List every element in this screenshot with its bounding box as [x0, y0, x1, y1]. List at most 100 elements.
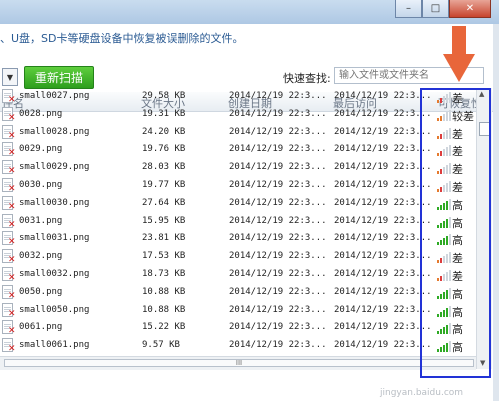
signal-bar: [443, 184, 445, 192]
horizontal-scroll-thumb[interactable]: III: [4, 359, 474, 367]
signal-bar: [449, 305, 451, 317]
signal-bar: [449, 180, 451, 192]
last-accessed-date: 2014/12/19 22:3...: [334, 215, 432, 226]
signal-bar: [449, 269, 451, 281]
signal-bar: [446, 165, 448, 175]
signal-bar: [443, 327, 445, 335]
watermark: jingyan.baidu.com: [380, 388, 464, 398]
file-row[interactable]: ✕ small0028.png 24.20 KB 2014/12/19 22:3...…: [0, 124, 476, 142]
file-row[interactable]: ✕ 0032.png 17.53 KB 2014/12/19 22:3... 2014/…: [0, 248, 476, 266]
signal-bar: [437, 153, 439, 157]
file-row[interactable]: ✕ small0029.png 28.03 KB 2014/12/19 22:3...…: [0, 159, 476, 177]
signal-bar: [446, 307, 448, 317]
signal-bar: [437, 135, 439, 139]
signal-bars-icon: [437, 144, 451, 157]
last-accessed-date: 2014/12/19 22:3...: [334, 286, 432, 297]
created-date: 2014/12/19 22:3...: [229, 322, 327, 333]
signal-bar: [443, 149, 445, 157]
created-date: 2014/12/19 22:3...: [229, 286, 327, 297]
signal-bar: [449, 287, 451, 299]
signal-bars-icon: [437, 216, 451, 228]
signal-bar: [437, 224, 439, 228]
file-row[interactable]: ✕ 0029.png 19.76 KB 2014/12/19 22:3... 2014/…: [0, 141, 476, 159]
recoverability-value: 高: [452, 287, 463, 301]
signal-bar: [449, 109, 451, 121]
arrow-shaft: [452, 26, 466, 56]
file-row[interactable]: ✕ 0050.png 10.88 KB 2014/12/19 22:3... 2014/…: [0, 284, 476, 302]
file-size: 28.03 KB: [142, 162, 186, 173]
scroll-up-icon[interactable]: ▲: [479, 90, 484, 98]
file-size: 24.20 KB: [142, 126, 186, 137]
signal-bars-icon: [437, 91, 451, 103]
signal-bars-icon: [437, 305, 451, 317]
toolbar: ▼ 重新扫描 快速查找:: [0, 66, 493, 90]
file-row[interactable]: ✕ small0050.png 10.88 KB 2014/12/19 22:3...…: [0, 302, 476, 320]
signal-bar: [440, 186, 442, 192]
minimize-button[interactable]: –: [395, 0, 422, 18]
signal-bar: [449, 216, 451, 228]
file-row[interactable]: ✕ small0031.png 23.81 KB 2014/12/19 22:3...…: [0, 230, 476, 248]
file-row[interactable]: ✕ small0061.png 9.57 KB 2014/12/19 22:3... 2…: [0, 337, 476, 355]
signal-bar: [437, 188, 439, 192]
last-accessed-date: 2014/12/19 22:3...: [334, 197, 432, 208]
maximize-button[interactable]: □: [422, 0, 449, 18]
signal-bar: [446, 254, 448, 264]
file-name: small0027.png: [19, 91, 90, 101]
recoverability-value: 高: [452, 341, 463, 355]
signal-bar: [437, 313, 439, 317]
deleted-mark-icon: ✕: [8, 148, 16, 159]
signal-bar: [440, 275, 442, 281]
deleted-mark-icon: ✕: [8, 344, 16, 355]
dropdown-button[interactable]: ▼: [2, 68, 18, 86]
signal-bars-icon: [437, 127, 451, 139]
rescan-button[interactable]: 重新扫描: [24, 66, 94, 89]
file-name: 0050.png: [19, 286, 63, 297]
last-accessed-date: 2014/12/19 22:3...: [334, 322, 432, 333]
file-size: 10.88 KB: [142, 304, 186, 315]
created-date: 2014/12/19 22:3...: [229, 197, 327, 208]
file-row[interactable]: ✕ 0030.png 19.77 KB 2014/12/19 22:3... 2014/…: [0, 177, 476, 195]
last-accessed-date: 2014/12/19 22:3...: [334, 340, 432, 351]
signal-bars-icon: [437, 251, 451, 264]
vertical-scrollbar[interactable]: ▲ ▼: [476, 88, 492, 369]
created-date: 2014/12/19 22:3...: [229, 108, 327, 119]
quick-search-label: 快速查找:: [283, 72, 331, 85]
signal-bar: [437, 260, 439, 264]
file-row[interactable]: ✕ small0027.png 29.58 KB 2014/12/19 22:3...…: [0, 88, 476, 106]
signal-bars-icon: [437, 198, 451, 210]
signal-bar: [440, 115, 442, 121]
signal-bars-icon: [437, 180, 451, 192]
last-accessed-date: 2014/12/19 22:3...: [334, 304, 432, 315]
file-row[interactable]: ✕ small0030.png 27.64 KB 2014/12/19 22:3...…: [0, 195, 476, 213]
scroll-down-icon[interactable]: ▼: [480, 359, 485, 367]
file-name: 0030.png: [19, 179, 63, 190]
file-size: 27.64 KB: [142, 197, 186, 208]
file-name: small0028.png: [19, 126, 90, 137]
deleted-mark-icon: ✕: [8, 219, 16, 230]
signal-bar: [443, 238, 445, 246]
close-button[interactable]: ✕: [449, 0, 491, 18]
signal-bar: [440, 311, 442, 317]
vertical-scroll-thumb[interactable]: [479, 122, 490, 136]
file-size: 19.77 KB: [142, 179, 186, 190]
recoverability-value: 高: [452, 323, 463, 337]
last-accessed-date: 2014/12/19 22:3...: [334, 108, 432, 119]
recoverability-value: 差: [452, 127, 463, 141]
file-size: 15.22 KB: [142, 322, 186, 333]
horizontal-scrollbar[interactable]: III: [0, 356, 476, 370]
signal-bars-icon: [437, 287, 451, 299]
created-date: 2014/12/19 22:3...: [229, 233, 327, 244]
file-size: 10.88 KB: [142, 286, 186, 297]
signal-bar: [437, 277, 439, 281]
signal-bar: [446, 343, 448, 353]
file-row[interactable]: ✕ 0028.png 19.31 KB 2014/12/19 22:3... 2014/…: [0, 106, 476, 124]
signal-bar: [440, 169, 442, 175]
signal-bar: [443, 309, 445, 317]
deleted-mark-icon: ✕: [8, 112, 16, 123]
signal-bar: [440, 240, 442, 246]
file-row[interactable]: ✕ 0061.png 15.22 KB 2014/12/19 22:3... 2014/…: [0, 319, 476, 337]
file-row[interactable]: ✕ 0031.png 15.95 KB 2014/12/19 22:3... 2014/…: [0, 213, 476, 231]
signal-bar: [437, 295, 439, 299]
last-accessed-date: 2014/12/19 22:3...: [334, 233, 432, 244]
file-row[interactable]: ✕ small0032.png 18.73 KB 2014/12/19 22:3...…: [0, 266, 476, 284]
